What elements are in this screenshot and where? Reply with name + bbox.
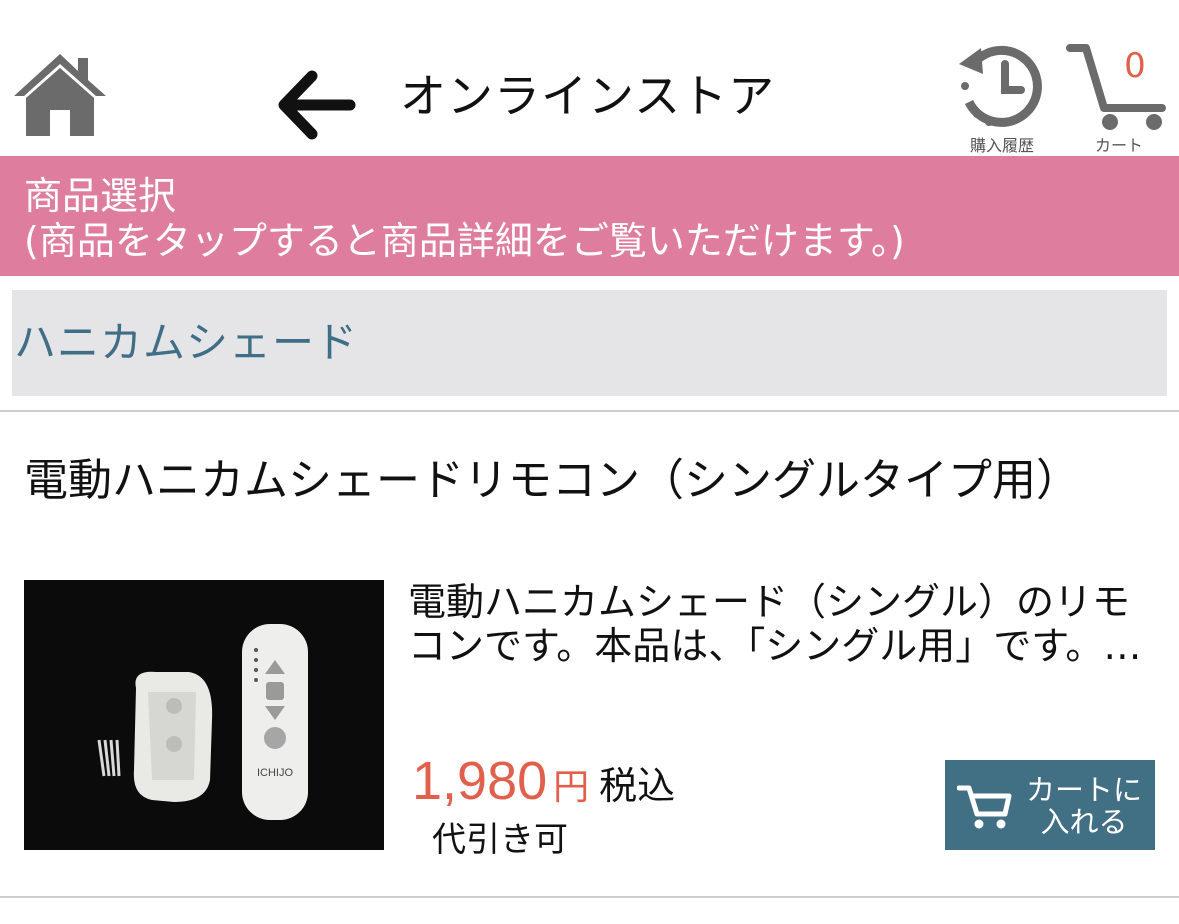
price-value: 1,980	[412, 751, 548, 811]
purchase-history-button[interactable]: 購入履歴	[950, 40, 1054, 156]
page-title: オンラインストア	[400, 69, 776, 123]
price-currency: 円	[553, 767, 590, 808]
product-price: 1,980 円税込	[412, 750, 675, 812]
cart-label: カート	[1094, 136, 1143, 155]
add-to-cart-label-line2: 入れる	[1040, 805, 1128, 839]
back-arrow-icon[interactable]	[276, 70, 356, 140]
divider	[0, 410, 1179, 412]
banner-hint: (商品をタップすると商品詳細をご覧いただけます。)	[24, 219, 905, 263]
home-icon[interactable]	[12, 50, 108, 138]
cart-button[interactable]: 0 カート	[1066, 40, 1172, 156]
product-description: 電動ハニカムシェード（シングル）のリモコンです。本品は、「シングル用」です。…	[408, 580, 1142, 668]
product-title[interactable]: 電動ハニカムシェードリモコン（シングルタイプ用）	[24, 456, 1144, 506]
add-to-cart-label-line1: カートに	[1025, 773, 1142, 807]
add-to-cart-button[interactable]: カートに 入れる	[945, 760, 1155, 850]
divider	[0, 896, 1179, 898]
cart-icon	[957, 785, 1012, 829]
header: オンラインストア 購入履歴 0 カート	[0, 0, 1179, 156]
product-selection-banner: 商品選択 (商品をタップすると商品詳細をご覧いただけます。)	[0, 156, 1179, 276]
banner-title: 商品選択	[24, 174, 177, 218]
history-label: 購入履歴	[969, 136, 1034, 155]
tax-label: 税込	[599, 764, 676, 808]
history-clock-icon	[959, 45, 1042, 127]
category-name: ハニカムシェード	[14, 318, 359, 367]
remote-brand-text: ICHIJO	[257, 767, 294, 779]
cart-icon	[1066, 44, 1166, 130]
product-image[interactable]: ICHIJO	[24, 580, 384, 850]
add-to-cart-label: カートに 入れる	[1019, 774, 1149, 838]
category-header[interactable]: ハニカムシェード	[12, 290, 1167, 396]
cart-count-badge: 0	[1124, 46, 1146, 86]
payment-availability: 代引き可	[432, 820, 568, 860]
